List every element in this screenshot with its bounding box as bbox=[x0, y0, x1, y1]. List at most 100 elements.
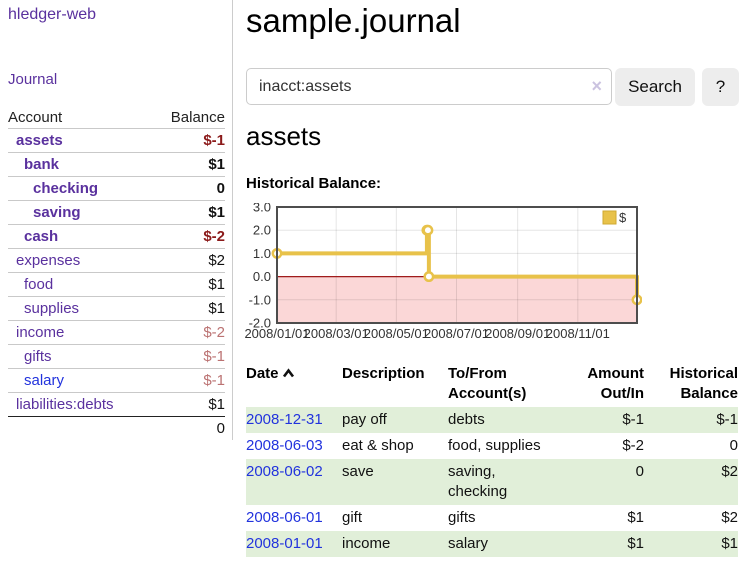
account-balance: $1 bbox=[208, 300, 225, 317]
sort-ascending-icon bbox=[282, 368, 295, 378]
transaction-row: 2008-01-01 income salary $1 $1 bbox=[246, 531, 738, 557]
transaction-description: save bbox=[342, 459, 448, 505]
account-link-food[interactable]: food bbox=[8, 276, 53, 293]
balance-column-header: Balance bbox=[171, 109, 225, 126]
transaction-row: 2008-06-03 eat & shop food, supplies $-2… bbox=[246, 433, 738, 459]
transaction-date-link[interactable]: 2008-06-03 bbox=[246, 437, 323, 454]
account-link-cash[interactable]: cash bbox=[8, 228, 58, 245]
search-form: × bbox=[246, 68, 612, 105]
transaction-description: gift bbox=[342, 505, 448, 531]
account-link-assets[interactable]: assets bbox=[8, 132, 63, 149]
transaction-amount: $-1 bbox=[552, 407, 644, 433]
transaction-date-link[interactable]: 2008-06-01 bbox=[246, 509, 323, 526]
clear-search-icon[interactable]: × bbox=[591, 76, 602, 96]
sidebar-item-journal[interactable]: Journal bbox=[8, 71, 57, 88]
transaction-balance: $2 bbox=[644, 505, 738, 531]
transaction-accounts: saving, checking bbox=[448, 459, 552, 505]
hledger-web-app: hledger-web Journal Account Balance asse… bbox=[0, 0, 742, 582]
help-button[interactable]: ? bbox=[702, 68, 739, 106]
account-balance: $-1 bbox=[203, 348, 225, 365]
column-header-description: Description bbox=[342, 364, 448, 407]
svg-text:$: $ bbox=[619, 210, 627, 225]
date-column-label: Date bbox=[246, 365, 279, 382]
account-row: checking 0 bbox=[8, 176, 225, 200]
account-balance: $1 bbox=[208, 156, 225, 173]
column-header-accounts: To/From Account(s) bbox=[448, 364, 552, 407]
transaction-amount: 0 bbox=[552, 459, 644, 505]
transaction-description: income bbox=[342, 531, 448, 557]
transaction-balance: 0 bbox=[644, 433, 738, 459]
column-header-balance: Historical Balance bbox=[644, 364, 738, 407]
transaction-accounts: food, supplies bbox=[448, 433, 552, 459]
page-title: sample.journal bbox=[246, 2, 461, 40]
account-heading: assets bbox=[246, 121, 321, 152]
svg-text:2008/11/01: 2008/11/01 bbox=[546, 326, 610, 341]
account-link-liabilities-debts[interactable]: liabilities:debts bbox=[8, 396, 114, 413]
account-balance: $-2 bbox=[203, 324, 225, 341]
account-link-income[interactable]: income bbox=[8, 324, 64, 341]
transaction-date-link[interactable]: 2008-06-02 bbox=[246, 463, 323, 480]
account-balance: $-1 bbox=[203, 132, 225, 149]
svg-text:2008/07/01: 2008/07/01 bbox=[424, 326, 489, 341]
transaction-date-link[interactable]: 2008-12-31 bbox=[246, 411, 323, 428]
account-balance: $2 bbox=[208, 252, 225, 269]
search-input[interactable] bbox=[246, 68, 612, 105]
svg-text:1.0: 1.0 bbox=[253, 246, 271, 261]
svg-text:2008/05/01: 2008/05/01 bbox=[364, 326, 429, 341]
transaction-row: 2008-06-01 gift gifts $1 $2 bbox=[246, 505, 738, 531]
account-link-checking[interactable]: checking bbox=[8, 180, 98, 197]
account-link-supplies[interactable]: supplies bbox=[8, 300, 79, 317]
account-row: liabilities:debts $1 bbox=[8, 392, 225, 416]
transaction-accounts: salary bbox=[448, 531, 552, 557]
transaction-row: 2008-12-31 pay off debts $-1 $-1 bbox=[246, 407, 738, 433]
svg-text:2008/09/01: 2008/09/01 bbox=[485, 326, 550, 341]
account-row: supplies $1 bbox=[8, 296, 225, 320]
transaction-description: eat & shop bbox=[342, 433, 448, 459]
search-button[interactable]: Search bbox=[615, 68, 695, 106]
transaction-balance: $1 bbox=[644, 531, 738, 557]
accounts-total-row: 0 bbox=[8, 416, 225, 440]
column-header-amount: Amount Out/In bbox=[552, 364, 644, 407]
transaction-amount: $-2 bbox=[552, 433, 644, 459]
svg-text:3.0: 3.0 bbox=[253, 203, 271, 215]
account-link-saving[interactable]: saving bbox=[8, 204, 81, 221]
svg-text:0.0: 0.0 bbox=[253, 269, 271, 284]
sidebar-divider bbox=[232, 0, 233, 440]
account-column-header: Account bbox=[8, 109, 62, 126]
register-table: Date Description To/From Account(s) Amou… bbox=[246, 364, 738, 557]
account-row: gifts $-1 bbox=[8, 344, 225, 368]
account-row: assets $-1 bbox=[8, 128, 225, 152]
account-balance: 0 bbox=[217, 180, 225, 197]
transaction-balance: $2 bbox=[644, 459, 738, 505]
transaction-amount: $1 bbox=[552, 531, 644, 557]
account-row: cash $-2 bbox=[8, 224, 225, 248]
account-link-salary[interactable]: salary bbox=[8, 372, 64, 389]
account-row: saving $1 bbox=[8, 200, 225, 224]
historical-balance-chart: $3.02.01.00.0-1.0-2.02008/01/012008/03/0… bbox=[244, 203, 642, 345]
account-row: expenses $2 bbox=[8, 248, 225, 272]
transaction-amount: $1 bbox=[552, 505, 644, 531]
transaction-balance: $-1 bbox=[644, 407, 738, 433]
account-row: salary $-1 bbox=[8, 368, 225, 392]
column-header-date[interactable]: Date bbox=[246, 364, 342, 407]
account-balance: $1 bbox=[208, 276, 225, 293]
account-link-expenses[interactable]: expenses bbox=[8, 252, 80, 269]
brand-link[interactable]: hledger-web bbox=[8, 6, 96, 24]
transaction-description: pay off bbox=[342, 407, 448, 433]
svg-text:2008/03/01: 2008/03/01 bbox=[304, 326, 369, 341]
transaction-row: 2008-06-02 save saving, checking 0 $2 bbox=[246, 459, 738, 505]
accounts-total-balance: 0 bbox=[217, 420, 225, 437]
accounts-table-header: Account Balance bbox=[8, 106, 225, 128]
account-balance: $1 bbox=[208, 204, 225, 221]
transaction-date-link[interactable]: 2008-01-01 bbox=[246, 535, 323, 552]
svg-text:2.0: 2.0 bbox=[253, 223, 271, 238]
svg-text:2008/01/01: 2008/01/01 bbox=[244, 326, 309, 341]
account-row: food $1 bbox=[8, 272, 225, 296]
account-row: bank $1 bbox=[8, 152, 225, 176]
account-link-bank[interactable]: bank bbox=[8, 156, 59, 173]
account-link-gifts[interactable]: gifts bbox=[8, 348, 52, 365]
account-balance: $-2 bbox=[203, 228, 225, 245]
accounts-table: Account Balance assets $-1 bank $1 check… bbox=[8, 106, 225, 440]
account-balance: $1 bbox=[208, 396, 225, 413]
register-table-header: Date Description To/From Account(s) Amou… bbox=[246, 364, 738, 407]
